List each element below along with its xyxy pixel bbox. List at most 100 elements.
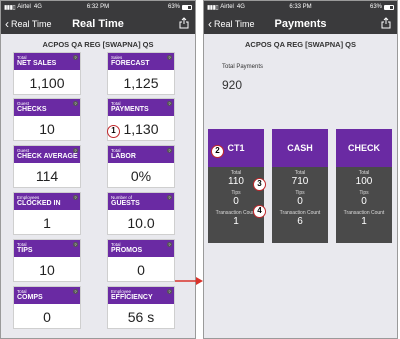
kpi-tile[interactable]: Employee EFFICIENCY? 56 s [107,286,175,329]
kpi-value: 0 [137,262,145,278]
kpi-title: TIPS [17,247,33,254]
info-icon[interactable]: ? [73,55,78,60]
callout-marker-4: 4 [253,205,266,218]
info-icon[interactable]: ? [73,195,78,200]
kpi-title: COMPS [17,294,43,301]
info-icon[interactable]: ? [73,148,78,153]
kpi-tile[interactable]: Employees CLOCKED IN? 1 [13,192,81,235]
kpi-title: CHECKS [17,106,47,113]
chevron-left-icon: ‹ [5,16,9,31]
kpi-title: FORECAST [111,60,150,67]
transaction-count-value: 6 [297,216,303,227]
kpi-title: CHECK AVERAGE [17,153,78,160]
kpi-value: 114 [35,168,59,184]
payments-screen: ▮▮▮▯ Airtel 4G 6:33 PM 63% ‹ Real Time P… [203,0,398,339]
status-bar: ▮▮▮▯ Airtel 4G 6:33 PM 63% [204,1,397,13]
kpi-value: 10 [39,262,55,278]
kpi-tile[interactable]: Number of GUESTS? 10.0 [107,192,175,235]
kpi-tile-header: Number of GUESTS? [108,193,174,210]
total-payments-label: Total Payments [222,64,264,70]
callout-marker-1: 1 [107,125,120,138]
total-value: 710 [291,176,309,187]
kpi-title: NET SALES [17,60,57,67]
kpi-tile[interactable]: Guest CHECKS? 10 [13,98,81,141]
back-button[interactable]: ‹ Real Time [1,18,52,30]
info-icon[interactable]: ? [73,101,78,106]
kpi-tile-header: Total PAYMENTS? [108,99,174,116]
back-label: Real Time [214,18,255,29]
nav-bar: ‹ Real Time Real Time [1,13,195,34]
kpi-tile[interactable]: Total COMPS? 0 [13,286,81,329]
status-time: 6:33 PM [289,4,312,10]
kpi-tile[interactable]: Sales FORECAST? 1,125 [107,52,175,95]
kpi-grid: Total NET SALES? 1,100 Sales FORECAST? 1,125 G… [1,52,195,338]
info-icon[interactable]: ? [167,195,172,200]
transaction-count-value: 1 [233,216,239,227]
info-icon[interactable]: ? [167,55,172,60]
info-icon[interactable]: ? [167,148,172,153]
share-icon[interactable] [381,17,391,29]
tips-value: 0 [361,196,367,207]
tips-value: 0 [297,196,303,207]
back-label: Real Time [11,18,52,29]
info-icon[interactable]: ? [167,242,172,247]
kpi-tile-header: Employees CLOCKED IN? [14,193,80,210]
kpi-tile[interactable]: Total NET SALES? 1,100 [13,52,81,95]
kpi-value: 1,100 [29,75,65,91]
store-title: ACPOS QA REG [SWAPNA] QS [245,40,356,49]
kpi-value: 1 [43,215,51,231]
kpi-value: 1,125 [123,75,159,91]
kpi-tile-header: Total TIPS? [14,240,80,257]
status-time: 6:32 PM [86,4,110,10]
real-time-screen: ▮▮▮▯ Airtel 4G 6:32 PM 63% ‹ Real Time R… [0,0,196,339]
kpi-tile-header: Sales FORECAST? [108,53,174,70]
kpi-title: GUESTS [111,200,140,207]
battery-percent: 63% [167,4,180,10]
payment-card[interactable]: CHECK Total 100 Tips 0 Transaction Count 1 [336,129,392,243]
nav-bar: ‹ Real Time Payments [204,13,397,34]
kpi-tile-header: Total COMPS? [14,287,80,304]
kpi-value: 0% [130,168,152,184]
payment-card[interactable]: CASH Total 710 Tips 0 Transaction Count 6 [272,129,328,243]
kpi-value: 56 s [127,309,155,325]
kpi-tile-header: Employee EFFICIENCY? [108,287,174,304]
callout-marker-3: 3 [253,178,266,191]
kpi-tile-header: Total NET SALES? [14,53,80,70]
kpi-value: 0 [43,309,51,325]
arrow-icon [175,277,203,285]
status-bar: ▮▮▮▯ Airtel 4G 6:32 PM 63% [1,1,195,13]
kpi-tile-header: Total LABOR? [108,146,174,163]
kpi-value: 10.0 [127,215,155,231]
transaction-count-value: 1 [361,216,367,227]
kpi-tile[interactable]: Total TIPS? 10 [13,239,81,282]
info-icon[interactable]: ? [167,289,172,294]
total-value: 100 [355,176,373,187]
kpi-title: CLOCKED IN [17,200,61,207]
callout-marker-2: 2 [211,145,224,158]
store-title: ACPOS QA REG [SWAPNA] QS [42,40,154,49]
payment-type-name: CHECK [336,129,392,167]
info-icon[interactable]: ? [167,101,172,106]
dashboard-content: ACPOS QA REG [SWAPNA] QS Total NET SALES?… [1,34,195,338]
battery-icon [384,4,394,10]
kpi-tile-header: Total PROMOS? [108,240,174,257]
battery-icon [182,4,192,10]
back-button[interactable]: ‹ Real Time [204,18,255,30]
total-payments-value: 920 [222,78,243,92]
chevron-left-icon: ‹ [208,16,212,31]
kpi-tile-header: Guest CHECKS? [14,99,80,116]
kpi-title: PAYMENTS [111,106,149,113]
info-icon[interactable]: ? [73,242,78,247]
kpi-tile[interactable]: Guest CHECK AVERAGE? 114 [13,145,81,188]
kpi-title: LABOR [111,153,136,160]
payment-type-name: CASH [272,129,328,167]
kpi-tile[interactable]: Total PROMOS? 0 [107,239,175,282]
kpi-title: EFFICIENCY [111,294,153,301]
battery-percent: 63% [369,4,382,10]
kpi-title: PROMOS [111,247,143,254]
kpi-value: 10 [39,121,55,137]
share-icon[interactable] [179,17,189,29]
kpi-tile[interactable]: Total LABOR? 0% [107,145,175,188]
kpi-tile-header: Guest CHECK AVERAGE? [14,146,80,163]
info-icon[interactable]: ? [73,289,78,294]
